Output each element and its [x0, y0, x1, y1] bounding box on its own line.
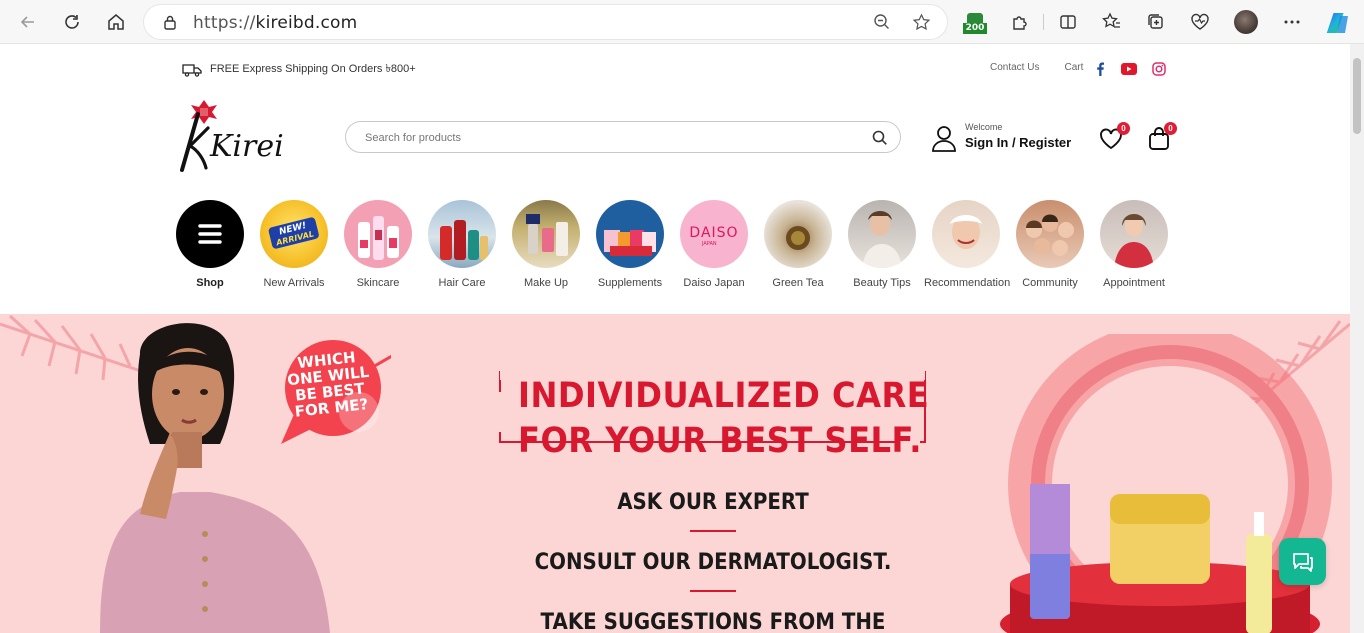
lock-icon	[164, 15, 176, 30]
hero-divider-2	[690, 590, 736, 592]
green-tea-image	[764, 200, 832, 268]
search-icon[interactable]	[871, 129, 889, 147]
more-menu-icon[interactable]	[1280, 10, 1304, 34]
daiso-logo-subtext: JAPAN	[701, 241, 717, 247]
contact-us-link[interactable]: Contact Us	[990, 62, 1039, 73]
home-icon	[108, 14, 124, 30]
browser-toolbar: https://kireibd.com 200	[0, 0, 1364, 44]
category-beauty-tips[interactable]: Beauty Tips	[840, 200, 924, 289]
home-button[interactable]	[102, 8, 130, 36]
category-nav: Shop NEW! ARRIVAL New Arrivals Skincare …	[176, 200, 1176, 300]
logo-text: Kirei	[209, 129, 284, 164]
delivery-truck-icon	[182, 63, 202, 77]
category-shop[interactable]: Shop	[168, 200, 252, 289]
cart-button[interactable]: 0	[1146, 122, 1177, 152]
new-arrivals-image: NEW! ARRIVAL	[260, 200, 328, 268]
recommendation-image	[932, 200, 1000, 268]
instagram-icon[interactable]	[1151, 61, 1167, 77]
cart-link[interactable]: Cart	[1064, 62, 1083, 73]
profile-avatar[interactable]	[1234, 10, 1258, 34]
split-screen-icon[interactable]	[1056, 10, 1080, 34]
extension-badge-icon[interactable]: 200	[963, 13, 987, 35]
user-account-icon[interactable]	[930, 124, 958, 154]
address-bar[interactable]: https://kireibd.com	[144, 5, 947, 39]
refresh-icon	[65, 15, 79, 29]
category-green-tea[interactable]: Green Tea	[756, 200, 840, 289]
community-image	[1016, 200, 1084, 268]
shipping-text: FREE Express Shipping On Orders ৳800+	[210, 63, 416, 75]
product-search[interactable]	[345, 121, 901, 153]
search-input[interactable]	[365, 129, 845, 147]
category-hair-care[interactable]: Hair Care	[420, 200, 504, 289]
favorite-star-icon[interactable]	[912, 13, 931, 32]
daiso-logo-text: DAISO	[689, 225, 738, 241]
frame-gap-left	[497, 392, 511, 432]
category-new-arrivals[interactable]: NEW! ARRIVAL New Arrivals	[252, 200, 336, 289]
menu-icon	[176, 200, 244, 268]
copilot-icon[interactable]	[1326, 10, 1352, 36]
page-scrollbar[interactable]	[1350, 44, 1364, 633]
shipping-notice: FREE Express Shipping On Orders ৳800+	[182, 60, 416, 79]
browser-essentials-icon[interactable]	[1188, 10, 1212, 34]
category-community[interactable]: Community	[1008, 200, 1092, 289]
category-daiso-japan[interactable]: DAISO JAPAN Daiso Japan	[672, 200, 756, 289]
kirei-logo[interactable]: Kirei	[176, 98, 286, 178]
hero-banner[interactable]: WHICH ONE WILL BE BEST FOR ME? INDIVIDUA…	[0, 314, 1350, 633]
make-up-image	[512, 200, 580, 268]
zoom-out-icon[interactable]	[873, 13, 891, 31]
youtube-icon[interactable]	[1121, 61, 1137, 77]
appointment-image	[1100, 200, 1168, 268]
skincare-image	[344, 200, 412, 268]
hero-products-image	[1000, 334, 1332, 633]
beauty-tips-image	[848, 200, 916, 268]
hero-divider-1	[690, 530, 736, 532]
signin-register-link[interactable]: Sign In / Register	[965, 135, 1071, 150]
category-appointment[interactable]: Appointment	[1092, 200, 1176, 289]
collections-icon[interactable]	[1144, 10, 1168, 34]
hair-care-image	[428, 200, 496, 268]
facebook-icon[interactable]	[1092, 61, 1108, 77]
back-arrow-icon	[20, 16, 34, 28]
daiso-logo: DAISO JAPAN	[680, 200, 748, 268]
toolbar-divider	[1043, 14, 1044, 30]
category-skincare[interactable]: Skincare	[336, 200, 420, 289]
supplements-image	[596, 200, 664, 268]
wishlist-count-badge: 0	[1117, 122, 1130, 135]
refresh-button[interactable]	[58, 8, 86, 36]
hero-title-line2: FOR YOUR BEST SELF.	[518, 421, 922, 461]
hero-title: INDIVIDUALIZED CARE FOR YOUR BEST SELF.	[518, 374, 929, 464]
url-text: https://kireibd.com	[193, 13, 358, 33]
live-chat-button[interactable]	[1279, 538, 1326, 585]
back-button[interactable]	[14, 8, 42, 36]
top-links: Contact Us Cart	[990, 62, 1083, 73]
favorites-icon[interactable]	[1100, 10, 1124, 34]
wishlist-button[interactable]: 0	[1098, 122, 1130, 152]
welcome-text: Welcome	[965, 122, 1003, 132]
chat-bubble-icon	[1292, 552, 1313, 572]
category-recommendation[interactable]: Recommendation	[924, 200, 1010, 289]
speech-bubble-text: WHICH ONE WILL BE BEST FOR ME?	[286, 348, 370, 421]
category-supplements[interactable]: Supplements	[588, 200, 672, 289]
scroll-thumb[interactable]	[1353, 58, 1361, 134]
cart-count-badge: 0	[1164, 122, 1177, 135]
hero-title-line1: INDIVIDUALIZED CARE	[518, 376, 930, 416]
category-make-up[interactable]: Make Up	[504, 200, 588, 289]
extensions-puzzle-icon[interactable]	[1008, 10, 1032, 34]
